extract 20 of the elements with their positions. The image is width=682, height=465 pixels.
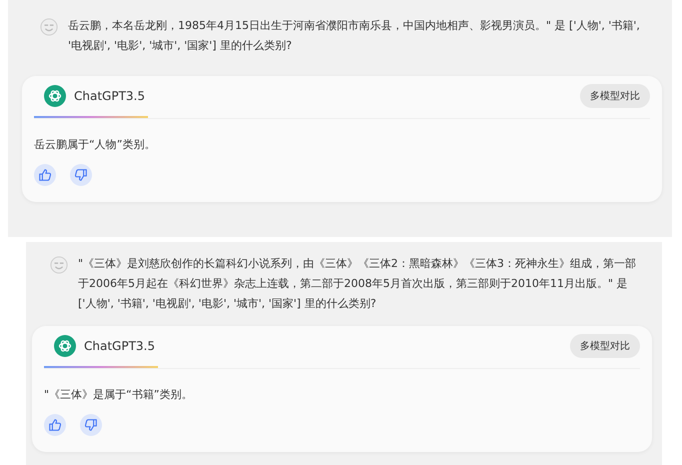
model-name: ChatGPT3.5 (74, 89, 145, 103)
answer-text: 岳云鹏属于“人物”类别。 (34, 137, 156, 152)
thumbs-down-button[interactable] (80, 414, 102, 436)
thumbs-up-button[interactable] (44, 414, 66, 436)
answer-text: "《三体》是属于“书籍”类别。 (44, 387, 194, 402)
smiley-icon (40, 18, 58, 36)
thumbs-up-icon (48, 418, 62, 432)
thumbs-down-icon (74, 168, 88, 182)
question-text: 岳云鹏，本名岳龙刚，1985年4月15日出生于河南省濮阳市南乐县，中国内地相声、影视男演员。" 是 ['人物', '书籍', '电视剧', '电影', '城市', '国家'] 里的什么类别? (68, 18, 641, 54)
model-name: ChatGPT3.5 (84, 339, 155, 353)
compare-button[interactable]: 多模型对比 (580, 84, 650, 108)
question-text: "《三体》是刘慈欣创作的长篇科幻小说系列，由《三体》《三体2：黑暗森林》《三体3：死神永生》组成，第一部于2006年5月起在《科幻世界》杂志上连载，第二部于2008年5月首次出版，第三部则于2010年11月出版。" 是 ['人物', '书籍', '电视剧', '电影', '城市', '国家'] 里的什么类别? (78, 256, 638, 312)
model-logo-icon (54, 335, 76, 357)
thumbs-down-icon (84, 418, 98, 432)
thumbs-down-button[interactable] (70, 164, 92, 186)
thumbs-up-icon (38, 168, 52, 182)
thumbs-up-button[interactable] (34, 164, 56, 186)
compare-button[interactable]: 多模型对比 (570, 334, 640, 358)
smiley-icon (50, 256, 68, 274)
model-logo-icon (44, 85, 66, 107)
